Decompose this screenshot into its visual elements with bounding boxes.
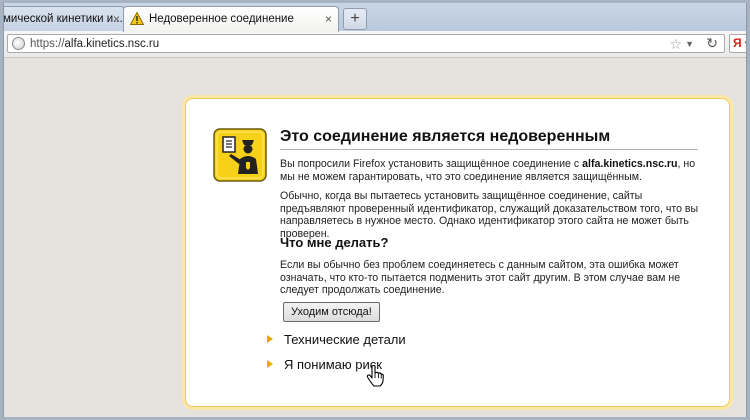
- close-tab-icon[interactable]: ×: [325, 7, 332, 31]
- expand-triangle-icon: [267, 335, 273, 343]
- tab-title: Недоверенное соединение: [149, 13, 294, 25]
- search-engine-dropdown-icon[interactable]: ▼: [743, 36, 746, 51]
- hand-cursor-icon: [366, 365, 384, 387]
- url-bar[interactable]: https://alfa.kinetics.nsc.ru ☆ ▼ ↻: [7, 34, 725, 53]
- tab-untrusted-connection[interactable]: Недоверенное соединение ×: [123, 6, 339, 32]
- intro-paragraph: Вы попросили Firefox установить защищённ…: [280, 158, 696, 183]
- url-host: alfa.kinetics.nsc.ru: [64, 38, 160, 50]
- warning-icon: [130, 12, 144, 25]
- certificate-officer-icon: [213, 128, 267, 182]
- what-to-do-paragraph: Если вы обычно без проблем соединяетесь …: [280, 259, 681, 296]
- understand-risks-expander[interactable]: Я понимаю риск: [267, 357, 382, 372]
- search-box[interactable]: Я ▼: [729, 34, 746, 53]
- title-divider: [280, 149, 698, 150]
- browser-window: мической кинетики и... × Недоверенное со…: [3, 3, 747, 417]
- site-host: alfa.kinetics.nsc.ru: [582, 158, 678, 170]
- globe-icon[interactable]: [12, 37, 25, 50]
- navigation-bar: https://alfa.kinetics.nsc.ru ☆ ▼ ↻ Я ▼: [4, 31, 746, 58]
- error-title: Это соединение является недоверенным: [280, 128, 611, 145]
- what-to-do-heading: Что мне делать?: [280, 235, 389, 250]
- technical-details-label: Технические детали: [284, 332, 406, 347]
- yandex-logo-icon[interactable]: Я: [733, 36, 742, 51]
- tab-strip: мической кинетики и... × Недоверенное со…: [4, 3, 746, 32]
- get-me-out-button[interactable]: Уходим отсюда!: [283, 302, 380, 322]
- technical-details-expander[interactable]: Технические детали: [267, 332, 406, 347]
- history-dropdown-icon[interactable]: ▼: [685, 36, 694, 52]
- bookmark-star-icon[interactable]: ☆: [669, 36, 682, 52]
- tab-kinetics[interactable]: мической кинетики и... ×: [3, 6, 125, 31]
- reload-icon[interactable]: ↻: [706, 35, 718, 52]
- url-prefix: https://: [30, 38, 65, 50]
- expand-triangle-icon: [267, 360, 273, 368]
- error-box: Это соединение является недоверенным Вы …: [185, 98, 730, 407]
- page-content: Это соединение является недоверенным Вы …: [4, 58, 746, 417]
- close-tab-icon[interactable]: ×: [113, 7, 120, 31]
- tab-title: мической кинетики и...: [3, 13, 123, 25]
- new-tab-button[interactable]: +: [343, 8, 367, 30]
- explanation-paragraph: Обычно, когда вы пытаетесь установить за…: [280, 190, 699, 240]
- url-text[interactable]: https://alfa.kinetics.nsc.ru: [30, 36, 159, 52]
